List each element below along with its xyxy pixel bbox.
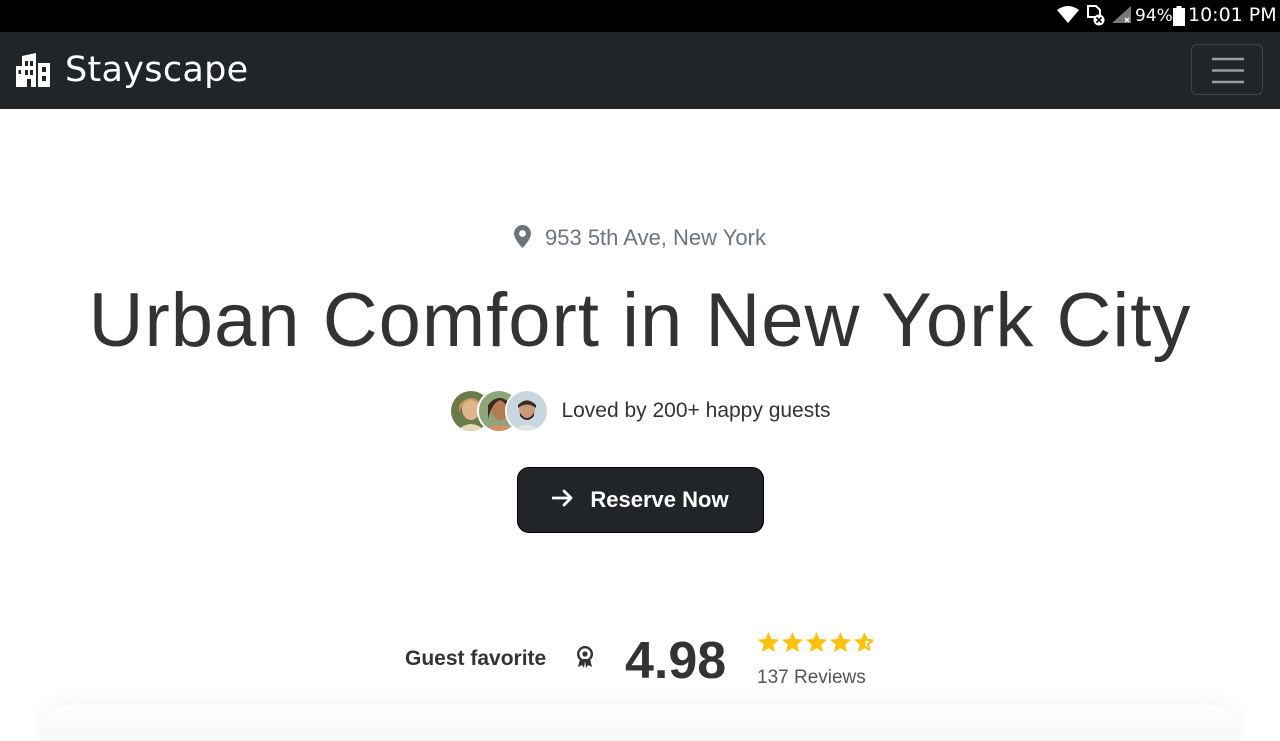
star-rating: [757, 631, 877, 654]
star-icon: [829, 631, 852, 653]
navbar: Stayscape: [0, 32, 1280, 109]
avatar: [505, 389, 550, 433]
wifi-icon: [1057, 6, 1079, 28]
rating-summary: Guest favorite 4.98 137 Reviews: [0, 629, 1280, 699]
arrow-right-icon: [552, 487, 574, 513]
page-title: Urban Comfort in New York City: [88, 278, 1192, 363]
award-icon: [576, 645, 594, 674]
brand-name: Stayscape: [65, 50, 249, 90]
avatar-group: [449, 389, 550, 433]
guest-summary: Loved by 200+ happy guests: [0, 389, 1280, 433]
signal-icon: [1111, 6, 1133, 28]
clock: 10:01 PM: [1188, 4, 1277, 26]
reviews-link[interactable]: 137 Reviews: [757, 667, 866, 689]
star-half-icon: [853, 631, 874, 653]
guests-text: Loved by 200+ happy guests: [561, 399, 831, 422]
reserve-now-label: Reserve Now: [590, 487, 729, 512]
star-icon: [805, 631, 828, 653]
location-pin-icon: [514, 225, 531, 257]
battery-icon: [1173, 6, 1185, 30]
document-blocked-icon: [1087, 5, 1107, 31]
building-icon: [16, 53, 50, 87]
address-text: 953 5th Ave, New York: [545, 225, 766, 250]
hero-section: 953 5th Ave, New York Urban Comfort in N…: [0, 109, 1280, 741]
status-bar: 94% 10:01 PM: [0, 0, 1280, 32]
reserve-now-button[interactable]: Reserve Now: [517, 467, 764, 533]
menu-toggle-button[interactable]: [1191, 44, 1263, 95]
rating-score: 4.98: [625, 632, 727, 690]
booking-card-edge: [40, 705, 1240, 741]
battery-percentage: 94%: [1135, 6, 1173, 26]
guest-favorite-label: Guest favorite: [405, 647, 547, 670]
star-icon: [781, 631, 804, 653]
address-line: 953 5th Ave, New York: [0, 222, 1280, 257]
star-icon: [757, 631, 780, 653]
hamburger-icon: [1212, 57, 1244, 84]
brand-link[interactable]: Stayscape: [16, 50, 248, 90]
